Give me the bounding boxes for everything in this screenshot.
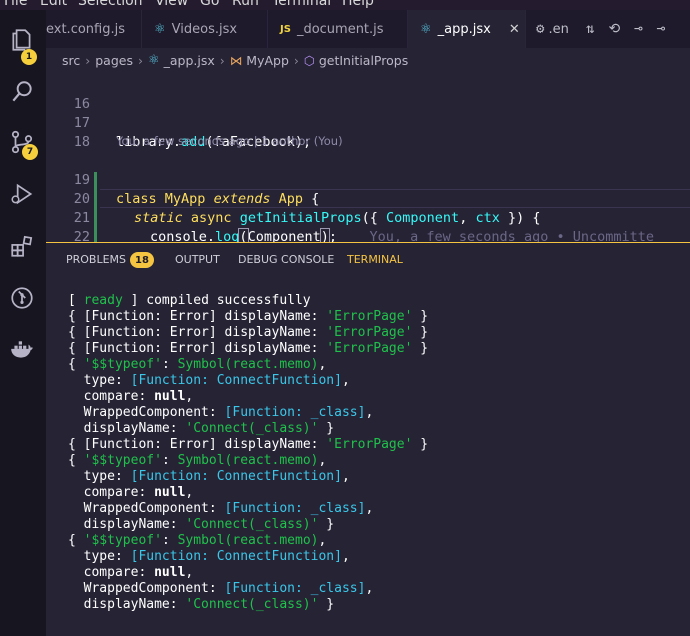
menu-run[interactable]: Run (232, 0, 259, 9)
close-icon[interactable]: ✕ (509, 22, 520, 37)
code-line: 22 return { (46, 209, 690, 242)
terminal-line: displayName: 'Connect(_class)' } (83, 421, 335, 436)
activity-bar: 1 7 (0, 10, 46, 636)
problems-count-badge: 18 (130, 252, 154, 268)
next-change-icon[interactable]: ⊸ (657, 21, 665, 37)
search-icon (12, 81, 32, 102)
tab-app[interactable]: ⚛ _app.jsx ✕ (408, 10, 526, 48)
breadcrumb: src › pages › ⚛ _app.jsx › ⋈ MyApp › ⬡ g… (46, 48, 690, 72)
terminal-line: WrappedComponent: [Function: _class], (83, 405, 374, 420)
terminal-line: [ ready ] compiled successfully (68, 293, 311, 308)
terminal-line: { '$$typeof': Symbol(react.memo), (68, 357, 327, 372)
code-line: 16 (46, 76, 690, 112)
tab-tail[interactable]: ⚙ .en (536, 10, 569, 48)
breadcrumb-pages[interactable]: pages (95, 53, 133, 68)
menu-edit[interactable]: Edit (40, 0, 67, 9)
bottom-panel: PROBLEMS 18 OUTPUT DEBUG CONSOLE TERMINA… (46, 242, 690, 636)
menu-selection[interactable]: Selection (78, 0, 143, 9)
terminal-line: type: [Function: ConnectFunction], (83, 469, 350, 484)
menu-bar: File Edit Selection View Go Run Terminal… (0, 0, 690, 10)
explorer-badge: 1 (21, 49, 37, 65)
line-number: 18 (73, 134, 90, 150)
breadcrumb-file[interactable]: _app.jsx (164, 53, 215, 68)
terminal-line: displayName: 'Connect(_class)' } (83, 517, 335, 532)
breadcrumb-separator: › (219, 52, 225, 68)
git-graph-button[interactable] (8, 284, 36, 312)
react-icon: ⚛ (420, 21, 432, 37)
terminal-line: { '$$typeof': Symbol(react.memo), (68, 453, 327, 468)
run-debug-icon (11, 183, 33, 205)
menu-view[interactable]: View (155, 0, 188, 9)
class-icon: ⋈ (229, 52, 243, 68)
tab-label: _document.js (296, 21, 384, 37)
tab-debug-console[interactable]: DEBUG CONSOLE (238, 253, 334, 266)
menu-help[interactable]: Help (342, 0, 374, 9)
code-line: 18 (46, 114, 690, 150)
terminal-line: WrappedComponent: [Function: _class], (83, 581, 374, 596)
terminal-output[interactable]: [ ready ] compiled successfully { [Funct… (68, 293, 678, 613)
menu-file[interactable]: File (4, 0, 27, 9)
editor-actions: ⇅ ⟲ ⊸ ⊸ (586, 10, 665, 48)
previous-change-icon[interactable]: ⊸ (634, 21, 642, 37)
gear-icon: ⚙ (536, 21, 545, 37)
terminal-line: compare: null, (83, 389, 194, 404)
menu-go[interactable]: Go (200, 0, 219, 9)
breadcrumb-src[interactable]: src (62, 53, 80, 68)
tab-problems[interactable]: PROBLEMS (66, 253, 126, 266)
docker-icon (11, 341, 33, 358)
docker-button[interactable] (8, 336, 36, 364)
code-line: 23 pageProps: { (46, 228, 690, 242)
terminal-line: { [Function: Error] displayName: 'ErrorP… (68, 341, 429, 356)
tab-output[interactable]: OUTPUT (175, 253, 220, 266)
terminal-line: type: [Function: ConnectFunction], (83, 373, 350, 388)
terminal-line: type: [Function: ConnectFunction], (83, 549, 350, 564)
tab-next-config[interactable]: ext.config.js (46, 10, 142, 48)
breadcrumb-method[interactable]: getInitialProps (319, 53, 408, 68)
search-button[interactable] (8, 78, 36, 106)
breadcrumb-separator: › (85, 52, 91, 68)
method-icon: ⬡ (303, 52, 315, 68)
react-icon: ⚛ (147, 52, 160, 68)
js-icon: JS (280, 23, 291, 35)
source-control-badge: 7 (22, 144, 38, 160)
terminal-line: { '$$typeof': Symbol(react.memo), (68, 533, 327, 548)
terminal-line: WrappedComponent: [Function: _class], (83, 501, 374, 516)
go-back-icon[interactable]: ⟲ (608, 21, 620, 37)
breadcrumb-class[interactable]: MyApp (246, 53, 289, 68)
terminal-line: { [Function: Error] displayName: 'ErrorP… (68, 325, 429, 340)
terminal-line: { [Function: Error] displayName: 'ErrorP… (68, 309, 429, 324)
code-editor[interactable]: 16 17 library.add(faFacebook); 18 You, a… (46, 72, 690, 242)
tab-terminal[interactable]: TERMINAL (347, 253, 403, 266)
panel-tabs: PROBLEMS 18 OUTPUT DEBUG CONSOLE TERMINA… (46, 243, 690, 277)
run-debug-button[interactable] (8, 180, 36, 208)
breadcrumb-separator: › (137, 52, 143, 68)
breadcrumb-separator: › (293, 52, 299, 68)
code-line: 20 static async getInitialProps({ Compon… (46, 171, 690, 226)
terminal-line: compare: null, (83, 565, 194, 580)
menu-terminal[interactable]: Terminal (272, 0, 331, 9)
react-icon: ⚛ (154, 21, 166, 37)
tab-videos[interactable]: ⚛ Videos.jsx (142, 10, 268, 48)
tab-document[interactable]: JS _document.js (268, 10, 408, 48)
tab-label: .en (548, 21, 569, 37)
terminal-line: displayName: 'Connect(_class)' } (83, 597, 335, 612)
extensions-button[interactable] (8, 232, 36, 260)
terminal-line: { [Function: Error] displayName: 'ErrorP… (68, 437, 429, 452)
tab-label: Videos.jsx (171, 21, 238, 37)
codelens-blame[interactable]: You, a few seconds ago | 1 author (You) (116, 134, 343, 148)
code-line: 17 library.add(faFacebook); (46, 95, 690, 150)
compare-changes-icon[interactable]: ⇅ (586, 21, 594, 37)
tab-label: _app.jsx (437, 21, 491, 37)
terminal-line: compare: null, (83, 485, 194, 500)
code-line: 21 console.log(Component); You, a few se… (46, 190, 690, 242)
git-graph-icon (11, 287, 33, 309)
editor-tab-bar: ext.config.js ⚛ Videos.jsx JS _document.… (46, 10, 690, 48)
tab-label: ext.config.js (46, 21, 125, 37)
code-line: 19 class MyApp extends App { (46, 152, 690, 207)
extensions-icon (11, 235, 33, 257)
